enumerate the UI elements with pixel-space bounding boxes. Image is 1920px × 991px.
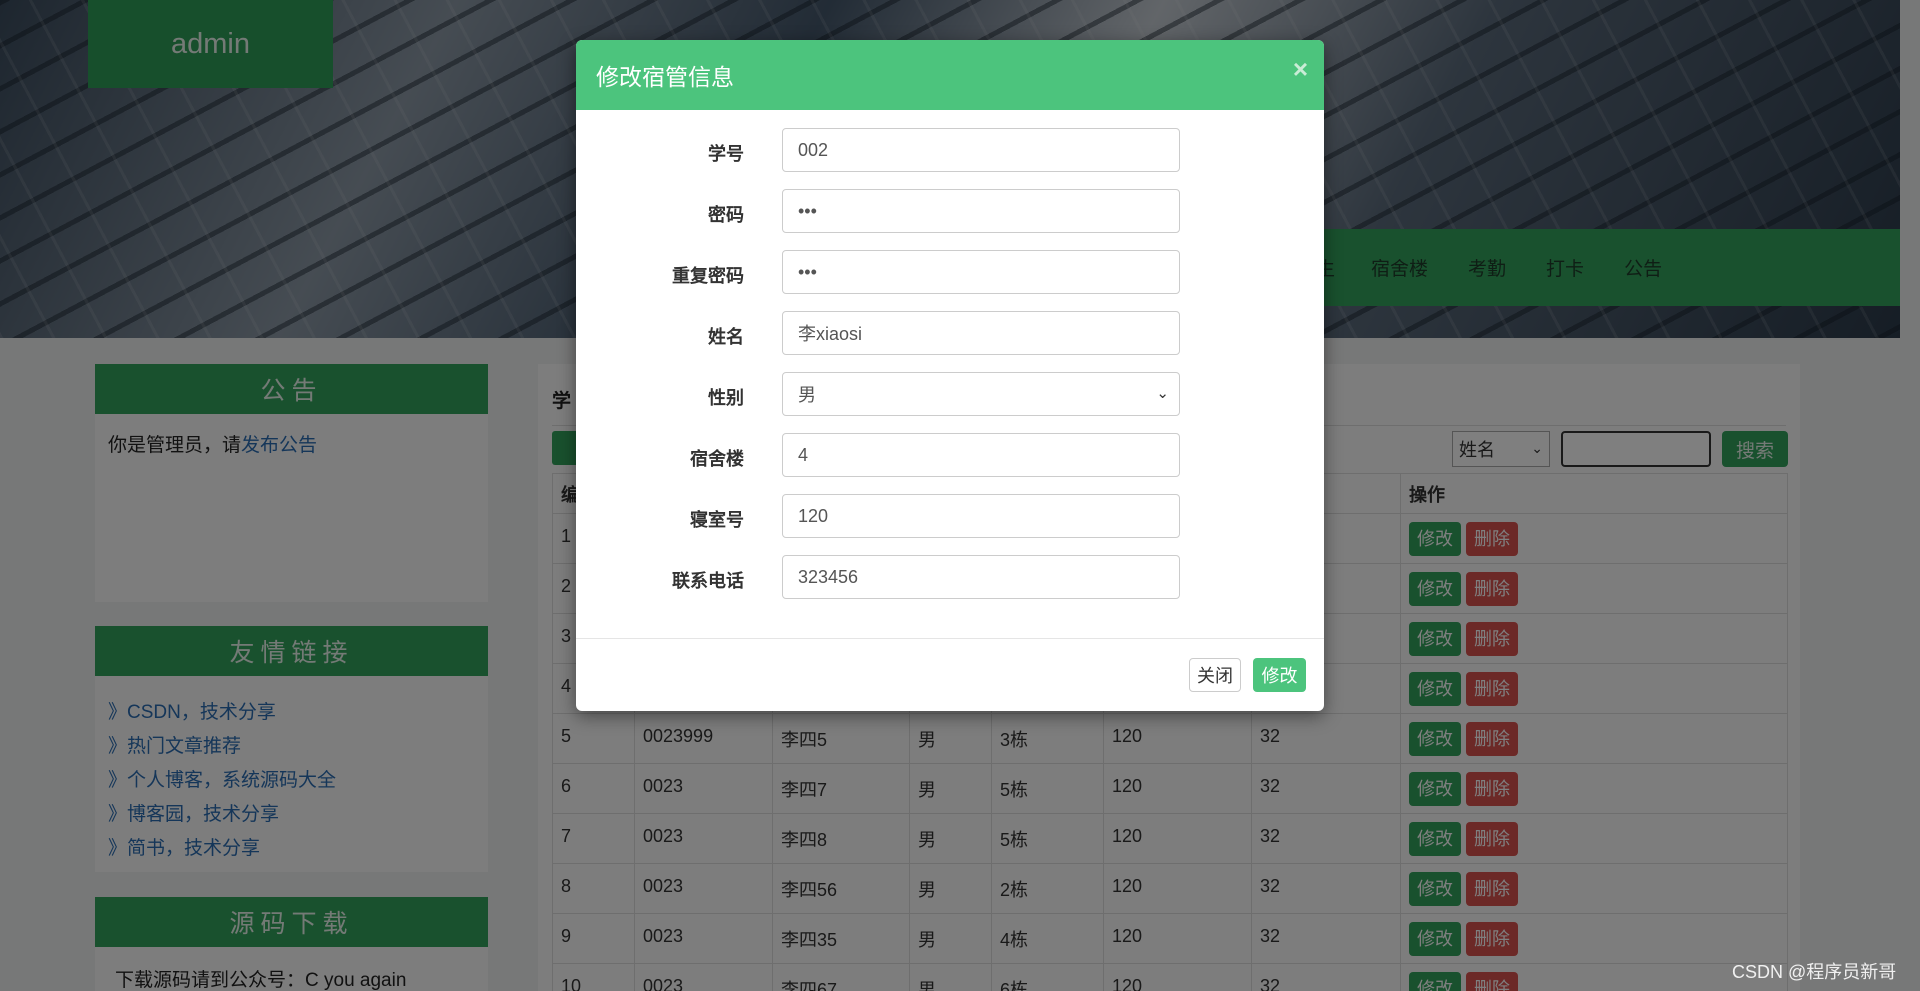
building-label: 宿舍楼 (690, 449, 744, 469)
repeat-password-field[interactable]: ••• (782, 250, 1180, 294)
repeat-password-label: 重复密码 (672, 266, 744, 286)
modal-footer-divider (576, 638, 1324, 639)
form-row-room: 寝室号 120 (576, 494, 1324, 540)
edit-manager-modal: 修改宿管信息 × 学号 002 密码 ••• 重复密码 ••• 姓名 李xiao… (576, 40, 1324, 711)
form-row-name: 姓名 李xiaosi (576, 311, 1324, 357)
student-id-field[interactable]: 002 (782, 128, 1180, 172)
password-field[interactable]: ••• (782, 189, 1180, 233)
close-button[interactable]: 关闭 (1189, 658, 1241, 692)
gender-label: 性别 (708, 388, 744, 408)
submit-edit-button[interactable]: 修改 (1253, 658, 1306, 692)
form-row-phone: 联系电话 323456 (576, 555, 1324, 601)
phone-label: 联系电话 (672, 571, 744, 591)
form-row-gender: 性别 男 ⌄ (576, 372, 1324, 418)
modal-header: 修改宿管信息 × (576, 40, 1324, 110)
building-field[interactable]: 4 (782, 433, 1180, 477)
room-label: 寝室号 (690, 510, 744, 530)
student-id-label: 学号 (708, 144, 744, 164)
name-field[interactable]: 李xiaosi (782, 311, 1180, 355)
form-row-building: 宿舍楼 4 (576, 433, 1324, 479)
gender-value: 男 (798, 385, 816, 405)
phone-field[interactable]: 323456 (782, 555, 1180, 599)
gender-select[interactable]: 男 ⌄ (782, 372, 1180, 416)
name-label: 姓名 (708, 327, 744, 347)
close-icon[interactable]: × (1293, 54, 1308, 85)
form-row-student-id: 学号 002 (576, 128, 1324, 174)
form-row-repeat-password: 重复密码 ••• (576, 250, 1324, 296)
password-label: 密码 (708, 205, 744, 225)
chevron-down-icon: ⌄ (1156, 385, 1169, 402)
modal-title: 修改宿管信息 (596, 64, 734, 90)
room-field[interactable]: 120 (782, 494, 1180, 538)
form-row-password: 密码 ••• (576, 189, 1324, 235)
watermark: CSDN @程序员新哥 (1732, 962, 1897, 982)
